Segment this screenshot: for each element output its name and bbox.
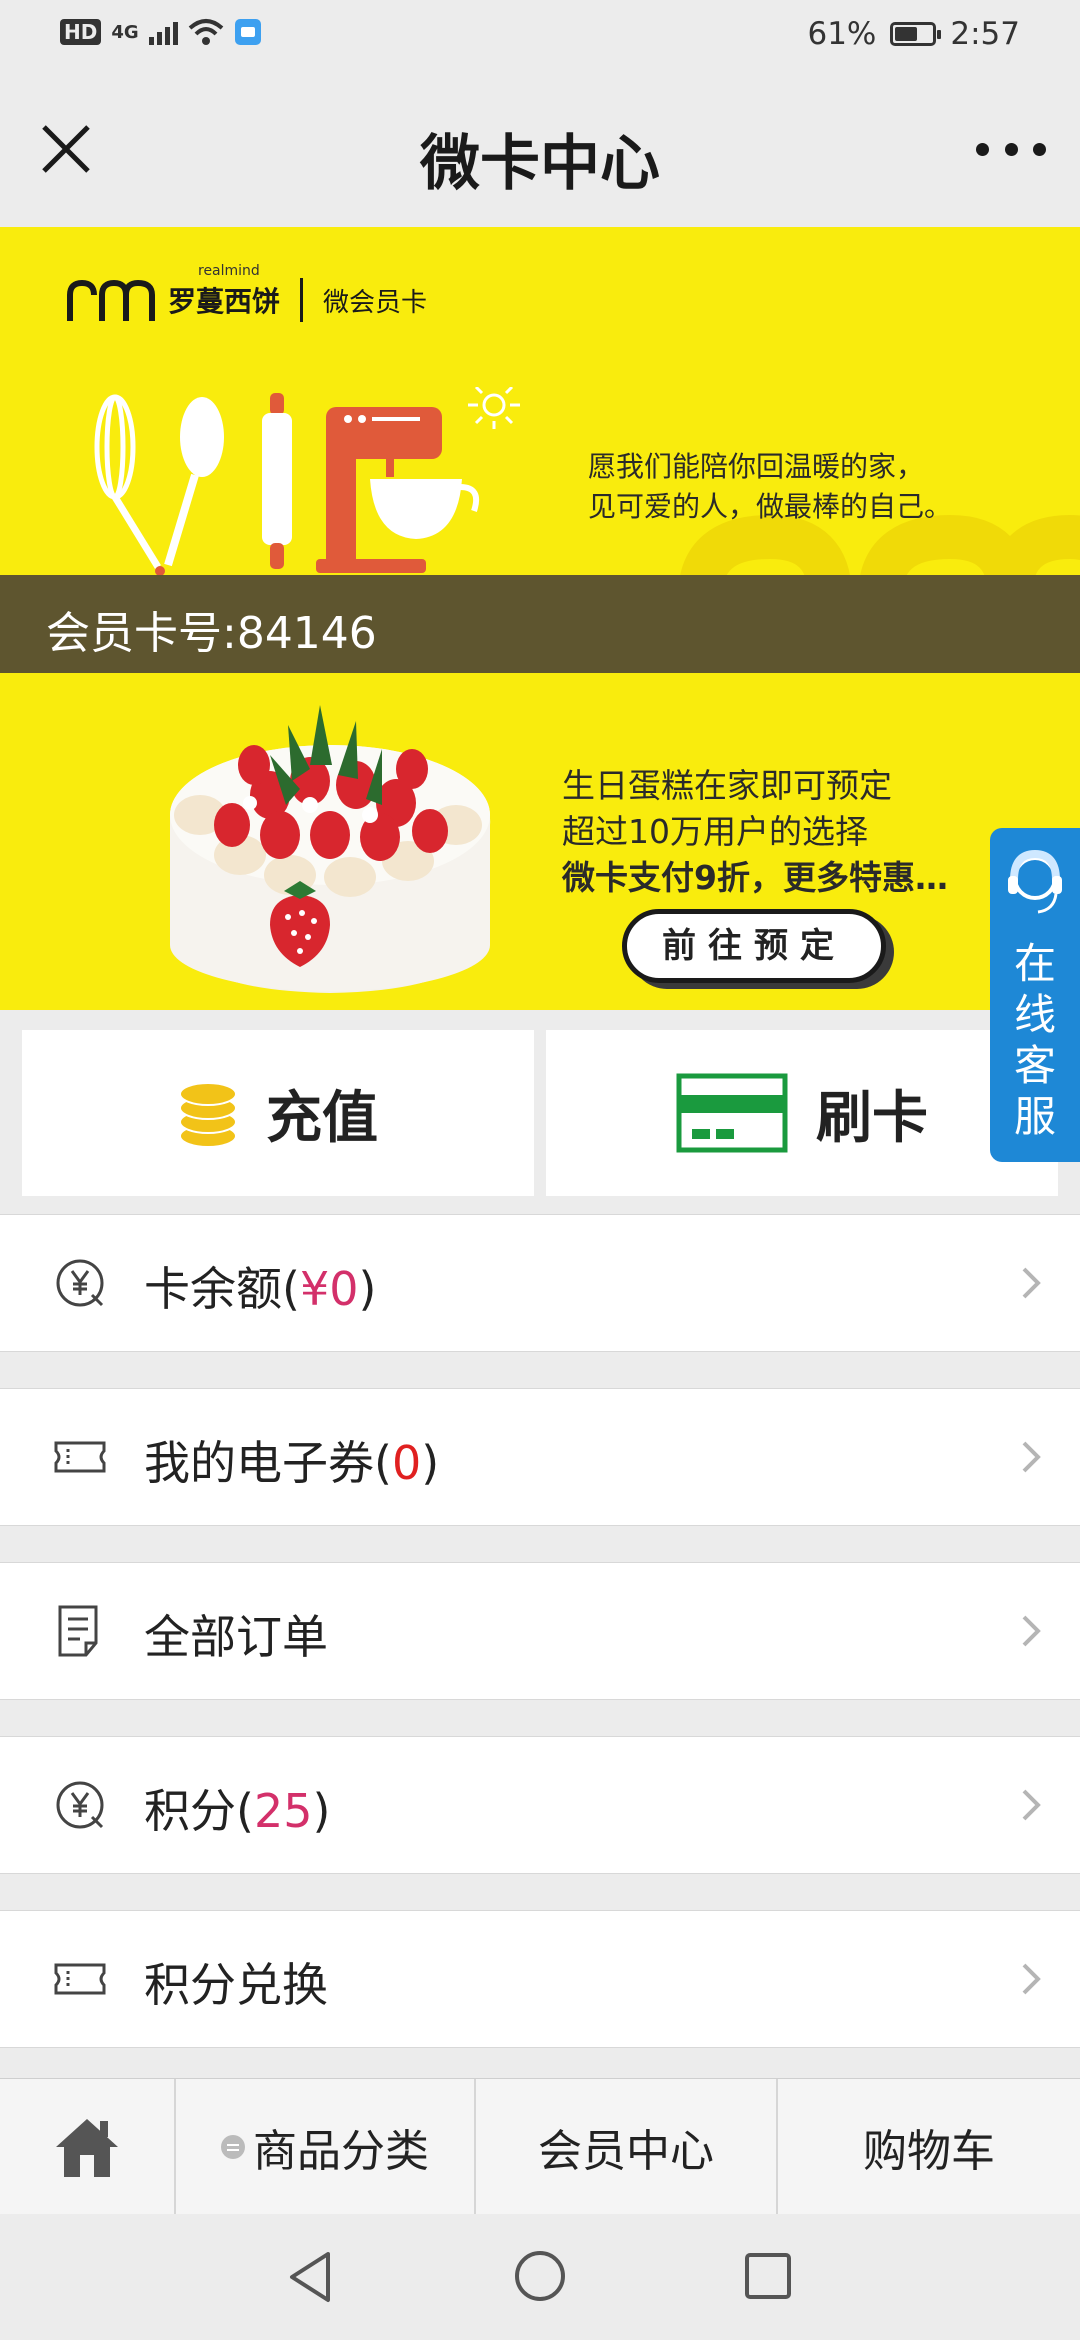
online-service-button[interactable]: 在线客服: [990, 828, 1080, 1162]
online-service-label: 在线客服: [1013, 939, 1056, 1141]
hd-indicator: HD: [60, 19, 102, 45]
promo-line-3: 微卡支付9折，更多特惠…: [562, 858, 948, 897]
promo-text: 生日蛋糕在家即可预定 超过10万用户的选择 微卡支付9折，更多特惠…: [562, 763, 948, 901]
cake-promo-banner[interactable]: 生日蛋糕在家即可预定 超过10万用户的选择 微卡支付9折，更多特惠… 前往预定: [0, 673, 1080, 1010]
yuan-coin-icon: [56, 1781, 104, 1829]
chevron-right-icon: [1022, 1963, 1041, 1995]
clock: 2:57: [950, 16, 1020, 52]
my-coupons-label: 我的电子券(0): [144, 1436, 440, 1490]
home-circle-icon[interactable]: [512, 2248, 568, 2304]
system-nav-bar: [0, 2214, 1080, 2340]
swipe-card-button[interactable]: 刷卡: [546, 1030, 1058, 1196]
recharge-button[interactable]: 充值: [22, 1030, 534, 1196]
recharge-label: 充值: [266, 1085, 378, 1151]
brand-divider: [300, 278, 304, 322]
recents-square-icon[interactable]: [742, 2250, 794, 2302]
battery-percent: 61%: [807, 16, 877, 52]
ticket-icon: [54, 1441, 106, 1473]
ticket-icon: [54, 1963, 106, 1995]
wifi-icon: [188, 19, 223, 45]
brand-logo: [67, 279, 155, 321]
cake-image: [170, 705, 491, 993]
chevron-right-icon: [1022, 1615, 1041, 1647]
coins-icon: [179, 1082, 237, 1148]
whisk-icon: [94, 394, 161, 569]
home-icon: [56, 2119, 118, 2177]
document-icon: [58, 1605, 98, 1657]
slogan-line-1: 愿我们能陪你回温暖的家，: [588, 450, 925, 483]
card-balance-item[interactable]: 卡余额(¥0): [0, 1214, 1080, 1352]
points-exchange-item[interactable]: 积分兑换: [0, 1910, 1080, 2048]
status-bar: HD 4G 61% 2:57: [0, 0, 1080, 75]
card-number-bar: 会员卡号:84146: [0, 575, 1080, 673]
chevron-right-icon: [1022, 1441, 1041, 1473]
promo-line-2: 超过10万用户的选择: [562, 812, 868, 851]
menu-dot-icon: [221, 2135, 245, 2159]
yuan-coin-icon: [56, 1259, 104, 1307]
card-balance-label: 卡余额(¥0): [144, 1262, 377, 1316]
back-triangle-icon[interactable]: [284, 2248, 336, 2306]
tab-member-center[interactable]: 会员中心: [476, 2079, 778, 2215]
card-balance-value: ¥0: [299, 1262, 359, 1316]
headset-icon: [1008, 849, 1062, 914]
mixer-icon: [316, 407, 480, 573]
tab-cart-label: 购物车: [863, 2126, 995, 2177]
signal-icon: [148, 19, 178, 45]
card-icon: [676, 1073, 788, 1153]
spoon-icon: [164, 397, 224, 567]
chevron-right-icon: [1022, 1789, 1041, 1821]
points-label: 积分(25): [144, 1784, 331, 1838]
brand-subtitle: 微会员卡: [323, 287, 428, 318]
points-item[interactable]: 积分(25): [0, 1736, 1080, 1874]
more-icon[interactable]: [976, 119, 1046, 179]
vip-slogan: 愿我们能陪你回温暖的家， 见可爱的人，做最棒的自己。: [588, 447, 952, 527]
tab-member-center-label: 会员中心: [538, 2126, 714, 2177]
network-type: 4G: [111, 21, 139, 43]
brand-small-text: realmind: [198, 263, 260, 279]
bottom-tab-bar: 商品分类 会员中心 购物车: [0, 2078, 1080, 2215]
tab-home[interactable]: [0, 2079, 176, 2215]
status-right: 61% 2:57: [807, 16, 1020, 52]
page-title: 微卡中心: [420, 129, 660, 199]
slogan-line-2: 见可爱的人，做最棒的自己。: [588, 490, 953, 523]
notification-app-icon: [234, 19, 261, 45]
sun-icon: [468, 387, 520, 429]
book-now-button[interactable]: 前往预定: [622, 909, 886, 983]
all-orders-label: 全部订单: [144, 1610, 328, 1664]
my-coupons-item[interactable]: 我的电子券(0): [0, 1388, 1080, 1526]
points-value: 25: [253, 1784, 313, 1838]
points-exchange-label: 积分兑换: [144, 1958, 328, 2012]
chevron-right-icon: [1022, 1267, 1041, 1299]
tab-cart[interactable]: 购物车: [778, 2079, 1080, 2215]
vip-baking-illustration: [94, 387, 520, 576]
nav-bar: 微卡中心: [0, 75, 1080, 227]
all-orders-item[interactable]: 全部订单: [0, 1562, 1080, 1700]
status-left: HD 4G: [60, 18, 262, 46]
rolling-pin-icon: [262, 393, 292, 569]
promo-line-1: 生日蛋糕在家即可预定: [562, 766, 892, 805]
swipe-card-label: 刷卡: [816, 1085, 928, 1151]
battery-icon: [890, 22, 942, 46]
tab-categories-label: 商品分类: [253, 2126, 429, 2177]
my-coupons-count: 0: [391, 1436, 422, 1490]
brand-name: 罗蔓西饼: [168, 285, 281, 318]
card-number: 会员卡号:84146: [46, 608, 377, 659]
brand-row: realmind 罗蔓西饼 微会员卡: [64, 263, 428, 323]
tab-categories[interactable]: 商品分类: [176, 2079, 476, 2215]
